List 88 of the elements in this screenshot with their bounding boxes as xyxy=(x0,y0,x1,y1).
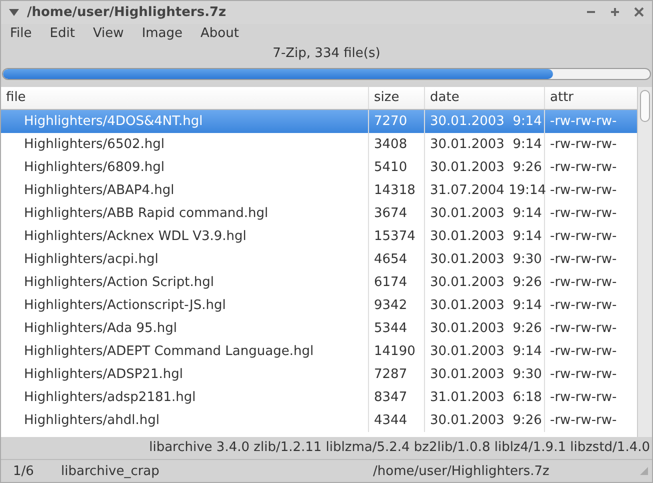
table-cell: 30.01.2003 9:26 xyxy=(425,156,545,179)
menu-item[interactable]: Edit xyxy=(50,26,75,42)
table-cell: Highlighters/ABAP4.hgl xyxy=(1,178,369,202)
table-cell: 6174 xyxy=(369,270,425,294)
table-cell-text: -rw-rw-rw- xyxy=(549,366,618,384)
table-cell: 14190 xyxy=(369,340,425,363)
table-cell: 30.01.2003 9:30 xyxy=(425,248,545,271)
table-cell-text: -rw-rw-rw- xyxy=(549,250,618,269)
table-cell: 3408 xyxy=(369,132,425,156)
table-cell-text: -rw-rw-rw- xyxy=(549,204,618,223)
table-cell: Highlighters/Action Script.hgl xyxy=(1,270,369,294)
table-cell-text: -rw-rw-rw- xyxy=(549,182,618,200)
table-cell: 5410 xyxy=(369,156,425,179)
table-cell: 7287 xyxy=(369,362,425,386)
file-row[interactable]: Highlighters/Ada 95.hgl 5344 30.01.2003 9:26 -rw-rw-rw- xyxy=(1,316,637,340)
table-cell-text: -rw-rw-rw- xyxy=(549,158,618,177)
file-row[interactable]: Highlighters/6809.hgl 5410 30.01.2003 9:26 -rw-rw-rw- xyxy=(1,156,637,179)
table-cell: Highlighters/Ada 95.hgl xyxy=(1,316,369,340)
archive-path: /home/user/Highlighters.7z xyxy=(373,464,550,479)
table-cell: 30.01.2003 9:14 xyxy=(425,224,545,248)
table-cell: 31.07.2004 19:14 xyxy=(425,178,545,202)
file-row[interactable]: Highlighters/Actionscript-JS.hgl 9342 30.01.2003 9:14 -rw-rw-rw- xyxy=(1,294,637,317)
table-cell: Highlighters/Actionscript-JS.hgl xyxy=(1,294,369,317)
menu-item[interactable]: File xyxy=(10,26,32,42)
archive-info: 7-Zip, 334 file(s) xyxy=(272,44,382,63)
table-cell: 30.01.2003 9:26 xyxy=(425,408,545,432)
file-row[interactable]: Highlighters/Acknex WDL V3.9.hgl 15374 30.01.2003 9:14 -rw-rw-rw- xyxy=(1,224,637,248)
table-cell-text: -rw-rw-rw- xyxy=(549,228,618,246)
library-info: libarchive 3.4.0 zlib/1.2.11 liblzma/5.2.4 bz2lib/1.0.8 liblz4/1.9.1 libzstd/1.4.0 xyxy=(148,439,651,458)
table-cell: Highlighters/Acknex WDL V3.9.hgl xyxy=(1,224,369,248)
file-row[interactable]: Highlighters/6502.hgl 3408 30.01.2003 9:14 -rw-rw-rw- xyxy=(1,132,637,156)
menu-item[interactable]: Image xyxy=(142,26,183,42)
table-cell: Highlighters/6502.hgl xyxy=(1,132,369,156)
table-cell-text: -rw-rw-rw- xyxy=(549,412,618,430)
table-cell: 30.01.2003 9:30 xyxy=(425,362,545,386)
file-row[interactable]: Highlighters/ABAP4.hgl 14318 31.07.2004 19:14 -rw-rw-rw- xyxy=(1,178,637,202)
window-menu-icon[interactable] xyxy=(9,8,19,16)
menu-item[interactable]: About xyxy=(200,26,239,42)
table-cell-text: -rw-rw-rw- xyxy=(549,342,618,361)
column-header[interactable]: size xyxy=(369,86,425,109)
backend-label: libarchive_crap xyxy=(61,464,160,479)
table-cell: Highlighters/acpi.hgl xyxy=(1,248,369,271)
table-cell: 15374 xyxy=(369,224,425,248)
table-cell: Highlighters/6809.hgl xyxy=(1,156,369,179)
table-cell: Highlighters/4DOS&4NT.hgl xyxy=(1,110,369,133)
table-cell: 9342 xyxy=(369,294,425,317)
table-cell: Highlighters/ABB Rapid command.hgl xyxy=(1,202,369,225)
table-cell-text: -rw-rw-rw- xyxy=(549,388,618,407)
table-cell: 7270 xyxy=(369,110,425,133)
table-cell: 30.01.2003 9:14 xyxy=(425,202,545,225)
file-row[interactable]: Highlighters/ABB Rapid command.hgl 3674 30.01.2003 9:14 -rw-rw-rw- xyxy=(1,202,637,225)
column-header[interactable]: file xyxy=(1,86,369,109)
table-cell: 30.01.2003 9:14 xyxy=(425,110,545,133)
file-row[interactable]: Highlighters/adsp2181.hgl 8347 31.01.2003 6:18 -rw-rw-rw- xyxy=(1,386,637,409)
file-row[interactable]: Highlighters/ADEPT Command Language.hgl 14190 30.01.2003 9:14 -rw-rw-rw- xyxy=(1,340,637,363)
window-title: /home/user/Highlighters.7z xyxy=(27,4,228,20)
table-cell: 14318 xyxy=(369,178,425,202)
table-cell: Highlighters/ahdl.hgl xyxy=(1,408,369,432)
menu-item[interactable]: View xyxy=(92,26,124,42)
table-cell: 31.01.2003 6:18 xyxy=(425,386,545,409)
maximize-icon[interactable] xyxy=(610,7,620,18)
table-cell: 30.01.2003 9:14 xyxy=(425,294,545,317)
table-cell: 4654 xyxy=(369,248,425,271)
table-cell: 30.01.2003 9:14 xyxy=(425,340,545,363)
table-cell: 8347 xyxy=(369,386,425,409)
close-icon[interactable] xyxy=(634,7,644,18)
scrollbar-thumb[interactable] xyxy=(640,90,650,122)
table-cell: Highlighters/ADSP21.hgl xyxy=(1,362,369,386)
file-row[interactable]: Highlighters/Action Script.hgl 6174 30.01.2003 9:26 -rw-rw-rw- xyxy=(1,270,637,294)
page-counter: 1/6 xyxy=(12,464,35,479)
table-cell: 4344 xyxy=(369,408,425,432)
table-cell: 5344 xyxy=(369,316,425,340)
table-cell-text: -rw-rw-rw- xyxy=(549,274,618,292)
table-cell-text: -rw-rw-rw- xyxy=(549,296,618,315)
table-cell: 30.01.2003 9:26 xyxy=(425,316,545,340)
table-cell: Highlighters/ADEPT Command Language.hgl xyxy=(1,340,369,363)
file-row[interactable]: Highlighters/acpi.hgl 4654 30.01.2003 9:30 -rw-rw-rw- xyxy=(1,248,637,271)
file-row[interactable]: Highlighters/ADSP21.hgl 7287 30.01.2003 9:30 -rw-rw-rw- xyxy=(1,362,637,386)
table-cell: 3674 xyxy=(369,202,425,225)
column-header[interactable]: date xyxy=(425,86,545,109)
table-cell-text: -rw-rw-rw- xyxy=(549,320,618,338)
resize-grip-icon[interactable] xyxy=(640,467,648,476)
table-cell-text: -rw-rw-rw- xyxy=(549,112,618,131)
table-cell: Highlighters/adsp2181.hgl xyxy=(1,386,369,409)
table-cell: 30.01.2003 9:14 xyxy=(425,132,545,156)
file-row[interactable]: Highlighters/ahdl.hgl 4344 30.01.2003 9:26 -rw-rw-rw- xyxy=(1,408,637,432)
table-cell-text: -rw-rw-rw- xyxy=(549,136,618,154)
table-cell: 30.01.2003 9:26 xyxy=(425,270,545,294)
